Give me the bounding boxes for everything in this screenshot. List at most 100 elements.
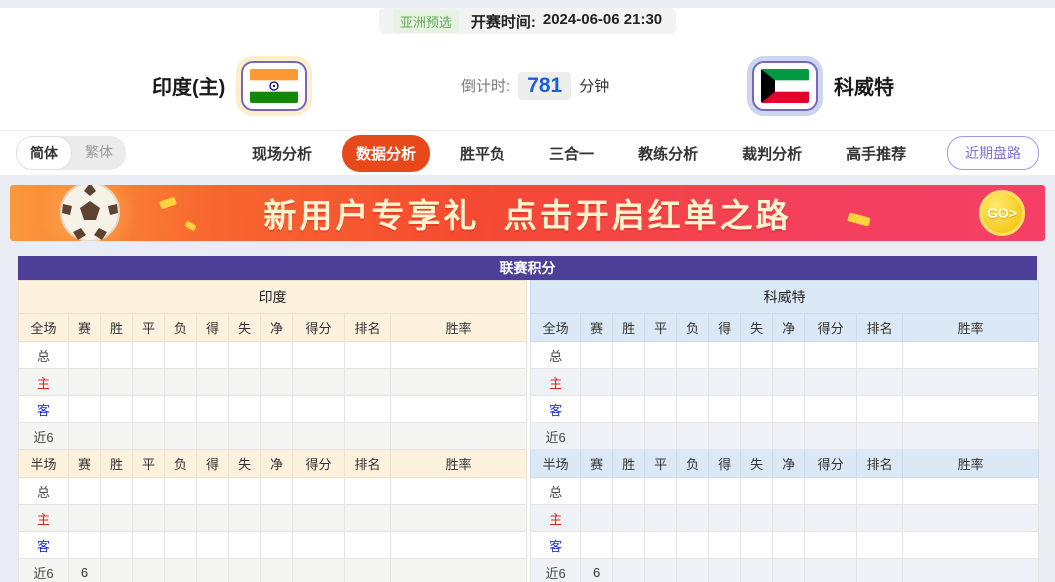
stat-cell — [709, 559, 741, 582]
table-row: 客 — [531, 532, 1039, 559]
stat-cell — [581, 396, 613, 423]
stat-cell — [229, 396, 261, 423]
countdown-value: 781 — [518, 72, 571, 100]
column-header: 胜 — [613, 314, 645, 342]
row-label: 总 — [19, 478, 69, 505]
stat-cell — [69, 342, 101, 369]
column-header: 负 — [165, 314, 197, 342]
stat-cell — [645, 505, 677, 532]
stat-cell — [293, 342, 345, 369]
column-header: 失 — [229, 450, 261, 478]
column-header: 净 — [773, 314, 805, 342]
stat-cell — [261, 342, 293, 369]
stat-cell — [197, 532, 229, 559]
stat-cell — [677, 342, 709, 369]
stat-cell — [133, 532, 165, 559]
stat-cell — [709, 505, 741, 532]
kickoff-label: 开赛时间: — [471, 11, 536, 32]
home-team-name: 印度(主) — [152, 71, 225, 100]
table-row: 主 — [531, 505, 1039, 532]
stat-cell — [345, 505, 391, 532]
column-header: 赛 — [69, 314, 101, 342]
row-label: 近6 — [19, 559, 69, 582]
stat-cell — [229, 478, 261, 505]
table-row: 主 — [19, 505, 527, 532]
tab-2[interactable]: 胜平负 — [446, 135, 519, 172]
stat-cell — [805, 369, 857, 396]
stat-cell — [645, 423, 677, 450]
stat-cell — [709, 478, 741, 505]
tab-5[interactable]: 裁判分析 — [728, 135, 816, 172]
column-header: 净 — [773, 450, 805, 478]
stat-cell — [677, 559, 709, 582]
countdown: 倒计时: 781 分钟 — [461, 72, 609, 100]
column-header: 排名 — [345, 450, 391, 478]
column-header: 胜 — [101, 314, 133, 342]
tab-3[interactable]: 三合一 — [535, 135, 608, 172]
stat-cell — [197, 478, 229, 505]
lang-traditional-button[interactable]: 繁体 — [72, 136, 126, 170]
stat-cell — [69, 532, 101, 559]
stat-cell — [645, 342, 677, 369]
stat-cell — [293, 559, 345, 582]
stat-cell — [613, 342, 645, 369]
stat-cell — [709, 342, 741, 369]
stat-cell — [229, 369, 261, 396]
go-button[interactable]: GO> — [979, 190, 1025, 236]
stat-cell — [645, 369, 677, 396]
recent-trends-button[interactable]: 近期盘路 — [947, 136, 1039, 170]
league-badge[interactable]: 亚洲预选 — [393, 10, 459, 33]
table-row: 近66 — [19, 559, 527, 582]
column-header: 净 — [261, 314, 293, 342]
column-header: 半场 — [19, 450, 69, 478]
stat-cell — [773, 559, 805, 582]
table-row: 近66 — [531, 559, 1039, 582]
stat-cell — [581, 423, 613, 450]
stat-cell — [391, 532, 527, 559]
promo-banner[interactable]: 新用户专享礼 点击开启红单之路 GO> — [10, 185, 1045, 241]
column-header: 负 — [165, 450, 197, 478]
column-header: 胜 — [101, 450, 133, 478]
league-points-section: 联赛积分 印度全场赛胜平负得失净得分排名胜率总主客近6半场赛胜平负得失净得分排名… — [18, 256, 1037, 582]
column-header: 胜 — [613, 450, 645, 478]
stat-cell — [709, 369, 741, 396]
stat-cell — [101, 478, 133, 505]
stat-cell — [741, 423, 773, 450]
table-row: 近6 — [531, 423, 1039, 450]
column-header: 胜率 — [391, 314, 527, 342]
stat-cell — [165, 369, 197, 396]
row-label: 近6 — [531, 423, 581, 450]
stat-cell — [293, 532, 345, 559]
stat-cell — [261, 559, 293, 582]
table-row: 总 — [531, 478, 1039, 505]
row-label: 客 — [19, 532, 69, 559]
tab-6[interactable]: 高手推荐 — [832, 135, 920, 172]
stat-cell — [133, 369, 165, 396]
tab-0[interactable]: 现场分析 — [238, 135, 326, 172]
lang-simplified-button[interactable]: 简体 — [16, 136, 72, 170]
stat-cell — [857, 532, 903, 559]
tab-1[interactable]: 数据分析 — [342, 135, 430, 172]
tab-4[interactable]: 教练分析 — [624, 135, 712, 172]
stat-cell — [165, 396, 197, 423]
table-row: 客 — [19, 396, 527, 423]
stat-cell — [645, 559, 677, 582]
row-label: 客 — [531, 396, 581, 423]
away-team-stats-table: 科威特全场赛胜平负得失净得分排名胜率总主客近6半场赛胜平负得失净得分排名胜率总主… — [530, 280, 1039, 582]
stat-cell — [773, 396, 805, 423]
team-name-cell: 科威特 — [531, 281, 1039, 314]
column-header: 全场 — [19, 314, 69, 342]
stat-cell — [133, 559, 165, 582]
stat-cell — [293, 369, 345, 396]
stat-cell — [391, 559, 527, 582]
column-header: 赛 — [581, 450, 613, 478]
stat-cell — [197, 396, 229, 423]
column-header: 负 — [677, 450, 709, 478]
stat-cell — [805, 532, 857, 559]
stat-cell — [345, 478, 391, 505]
column-header: 全场 — [531, 314, 581, 342]
stat-cell — [133, 396, 165, 423]
column-header: 失 — [229, 314, 261, 342]
stat-cell — [229, 532, 261, 559]
column-header: 得 — [709, 314, 741, 342]
